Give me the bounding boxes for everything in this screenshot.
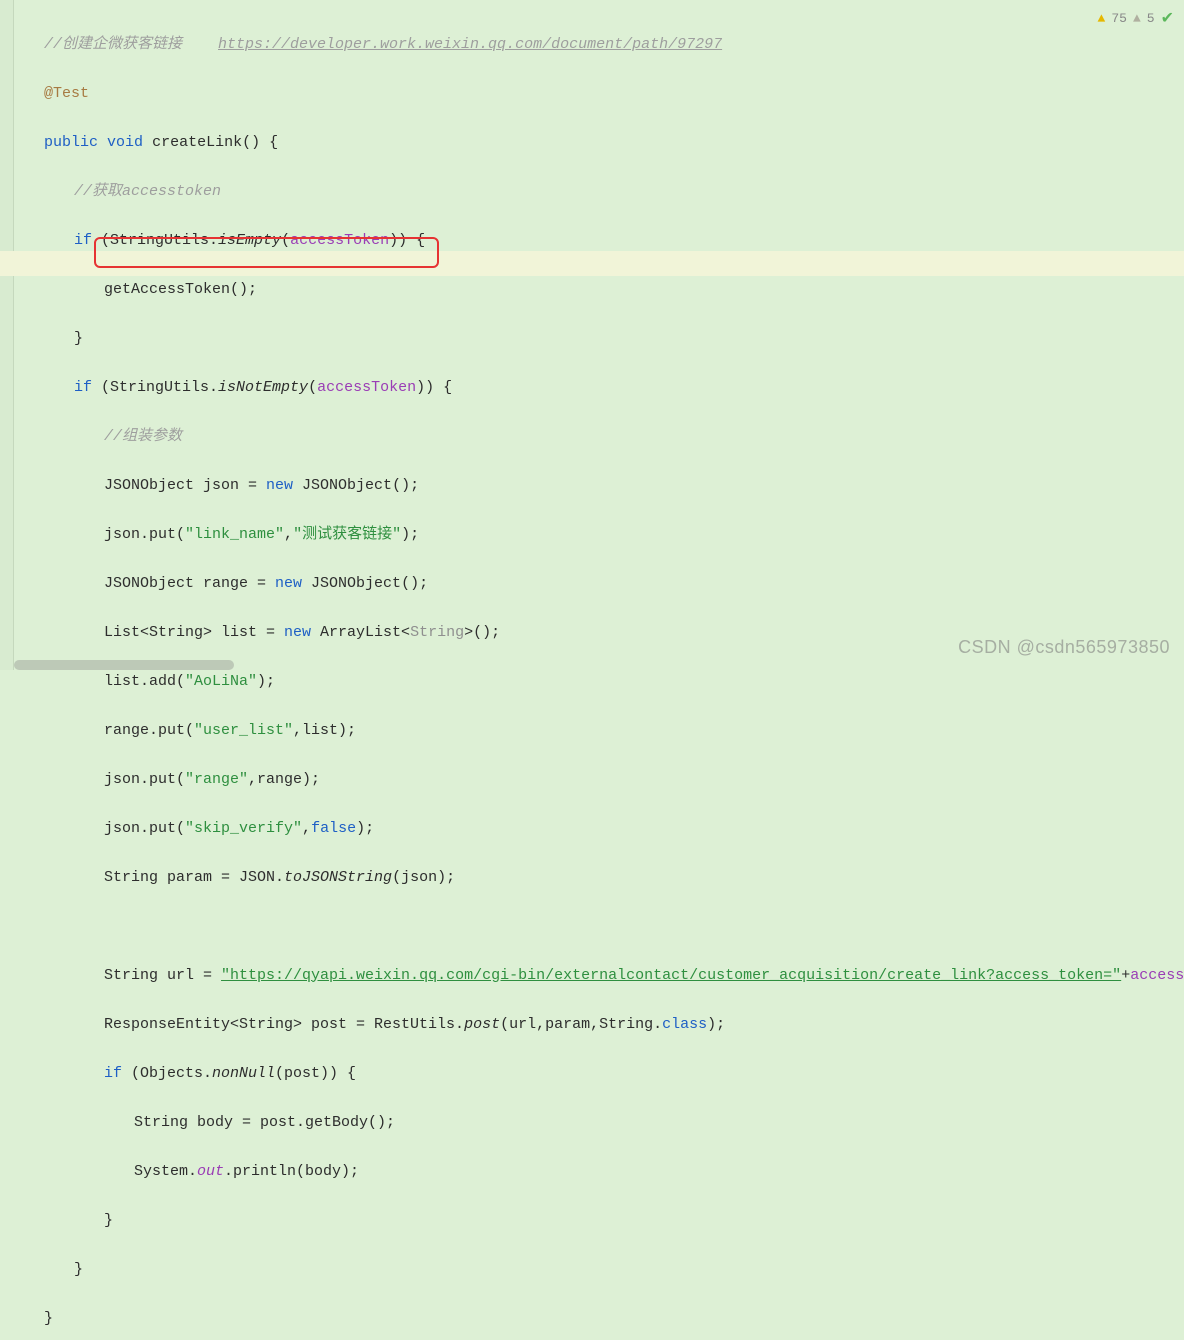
horizontal-scrollbar[interactable] [14,660,234,670]
comment: //组装参数 [104,428,182,445]
watermark: CSDN @csdn565973850 [958,637,1170,658]
code-editor[interactable]: //创建企微获客链接 https://developer.work.weixin… [0,0,1184,1340]
comment: //获取accesstoken [74,183,221,200]
doc-link[interactable]: https://developer.work.weixin.qq.com/doc… [218,36,722,53]
annotation-test: @Test [44,85,89,102]
method-name: createLink [152,134,242,151]
api-url-string: "https://qyapi.weixin.qq.com/cgi-bin/ext… [221,967,1121,984]
comment: //创建企微获客链接 [44,36,218,53]
